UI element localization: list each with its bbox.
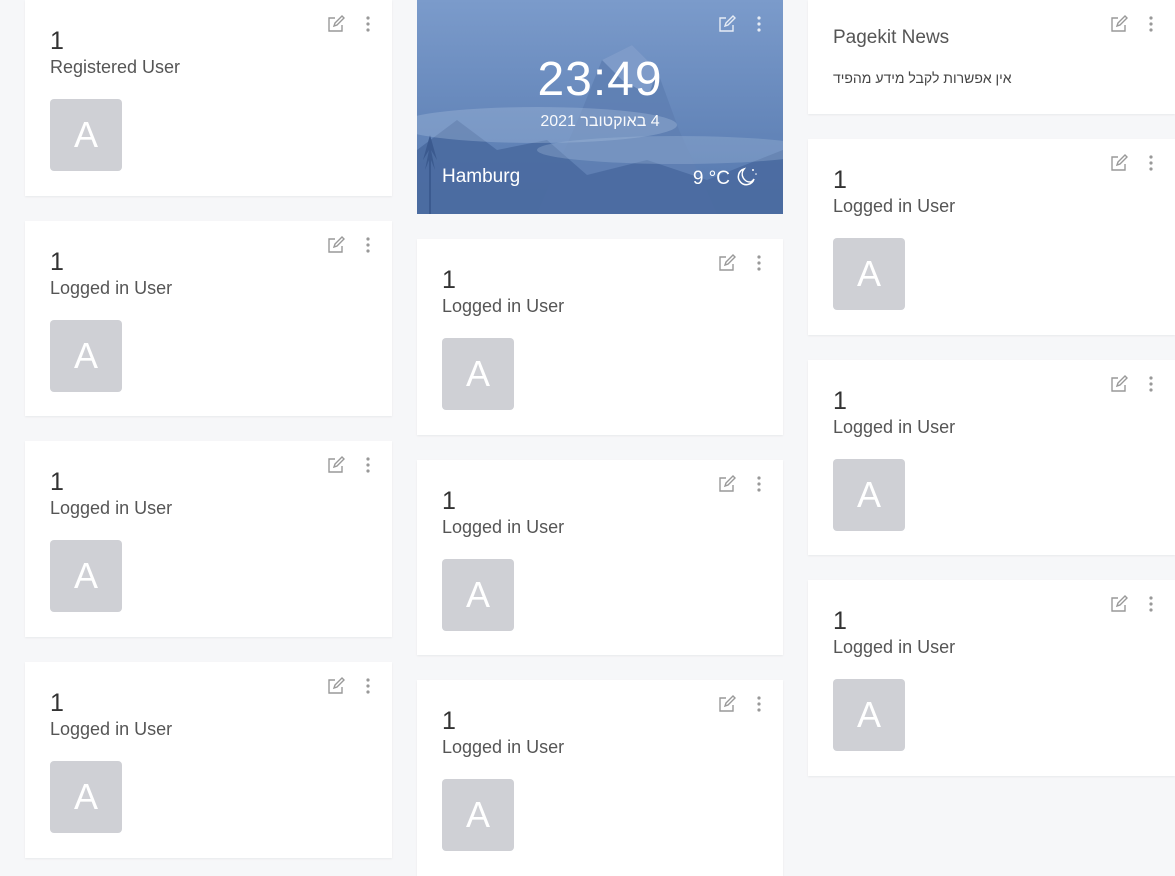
clock-time: 23:49 <box>537 53 663 106</box>
edit-icon[interactable] <box>717 694 737 714</box>
more-vertical-icon[interactable] <box>749 474 769 494</box>
user-widget: 1 Registered User A <box>25 0 392 196</box>
user-count: 1 <box>442 487 456 515</box>
more-vertical-icon[interactable] <box>1141 374 1161 394</box>
edit-icon[interactable] <box>717 14 737 34</box>
edit-icon[interactable] <box>1109 153 1129 173</box>
edit-icon[interactable] <box>326 14 346 34</box>
avatar[interactable]: A <box>833 679 905 751</box>
more-vertical-icon[interactable] <box>749 14 769 34</box>
user-widget: 1 Logged in User A <box>808 360 1175 555</box>
widget-actions <box>717 253 769 273</box>
edit-icon[interactable] <box>326 676 346 696</box>
user-widget-label: Logged in User <box>833 417 956 437</box>
user-widget-label: Logged in User <box>442 517 565 537</box>
user-widget: 1 Logged in User A <box>417 460 783 655</box>
weather-city: Hamburg <box>442 166 521 187</box>
widget-actions <box>1109 14 1161 34</box>
user-widget-label: Logged in User <box>50 498 173 518</box>
user-count: 1 <box>50 689 64 717</box>
news-title: Pagekit News <box>833 27 950 48</box>
user-count: 1 <box>833 166 847 194</box>
user-widget-label: Logged in User <box>50 278 173 298</box>
user-widget: 1 Logged in User A <box>25 221 392 416</box>
widget-actions <box>1109 153 1161 173</box>
widget-actions <box>326 455 378 475</box>
edit-icon[interactable] <box>717 253 737 273</box>
widget-actions <box>1109 374 1161 394</box>
user-widget: 1 Logged in User A <box>808 580 1175 776</box>
widget-actions <box>1109 594 1161 614</box>
more-vertical-icon[interactable] <box>749 694 769 714</box>
user-widget-label: Logged in User <box>442 296 565 316</box>
avatar[interactable]: A <box>442 338 514 410</box>
edit-icon[interactable] <box>1109 14 1129 34</box>
avatar[interactable]: A <box>442 779 514 851</box>
more-vertical-icon[interactable] <box>358 676 378 696</box>
weather-widget: 23:49 4 באוקטובר 2021 Hamburg 9 °C <box>417 0 783 214</box>
clock-date: 4 באוקטובר 2021 <box>540 113 660 130</box>
user-count: 1 <box>833 607 847 635</box>
avatar[interactable]: A <box>442 559 514 631</box>
weather-temperature: 9 °C <box>692 168 730 189</box>
avatar[interactable]: A <box>50 761 122 833</box>
avatar[interactable]: A <box>50 320 122 392</box>
widget-actions <box>326 14 378 34</box>
user-count: 1 <box>50 248 64 276</box>
user-widget: 1 Logged in User A <box>417 680 783 876</box>
user-widget: 1 Logged in User A <box>417 239 783 435</box>
user-widget-label: Logged in User <box>833 637 956 657</box>
widget-actions <box>326 235 378 255</box>
user-widget-label: Logged in User <box>442 737 565 757</box>
user-count: 1 <box>833 387 847 415</box>
edit-icon[interactable] <box>717 474 737 494</box>
widget-actions <box>717 14 769 34</box>
more-vertical-icon[interactable] <box>358 235 378 255</box>
more-vertical-icon[interactable] <box>749 253 769 273</box>
widget-actions <box>717 694 769 714</box>
more-vertical-icon[interactable] <box>358 14 378 34</box>
weather-temperature-group: 9 °C <box>693 165 758 193</box>
user-count: 1 <box>50 27 64 55</box>
user-widget: 1 Logged in User A <box>25 441 392 637</box>
news-widget: Pagekit News אין אפשרות לקבל מידע מהפיד <box>808 0 1175 114</box>
edit-icon[interactable] <box>1109 594 1129 614</box>
more-vertical-icon[interactable] <box>1141 153 1161 173</box>
user-widget-label: Registered User <box>50 57 181 77</box>
avatar[interactable]: A <box>50 99 122 171</box>
user-widget-label: Logged in User <box>833 196 956 216</box>
widget-actions <box>326 676 378 696</box>
user-count: 1 <box>442 707 456 735</box>
avatar[interactable]: A <box>833 459 905 531</box>
widget-actions <box>717 474 769 494</box>
user-count: 1 <box>50 468 64 496</box>
avatar[interactable]: A <box>833 238 905 310</box>
more-vertical-icon[interactable] <box>358 455 378 475</box>
user-widget-label: Logged in User <box>50 719 173 739</box>
more-vertical-icon[interactable] <box>1141 594 1161 614</box>
user-widget: 1 Logged in User A <box>25 662 392 858</box>
edit-icon[interactable] <box>326 455 346 475</box>
edit-icon[interactable] <box>1109 374 1129 394</box>
news-message: אין אפשרות לקבל מידע מהפיד <box>833 70 1012 86</box>
more-vertical-icon[interactable] <box>1141 14 1161 34</box>
edit-icon[interactable] <box>326 235 346 255</box>
user-count: 1 <box>442 266 456 294</box>
avatar[interactable]: A <box>50 540 122 612</box>
moon-icon <box>736 165 758 193</box>
user-widget: 1 Logged in User A <box>808 139 1175 335</box>
